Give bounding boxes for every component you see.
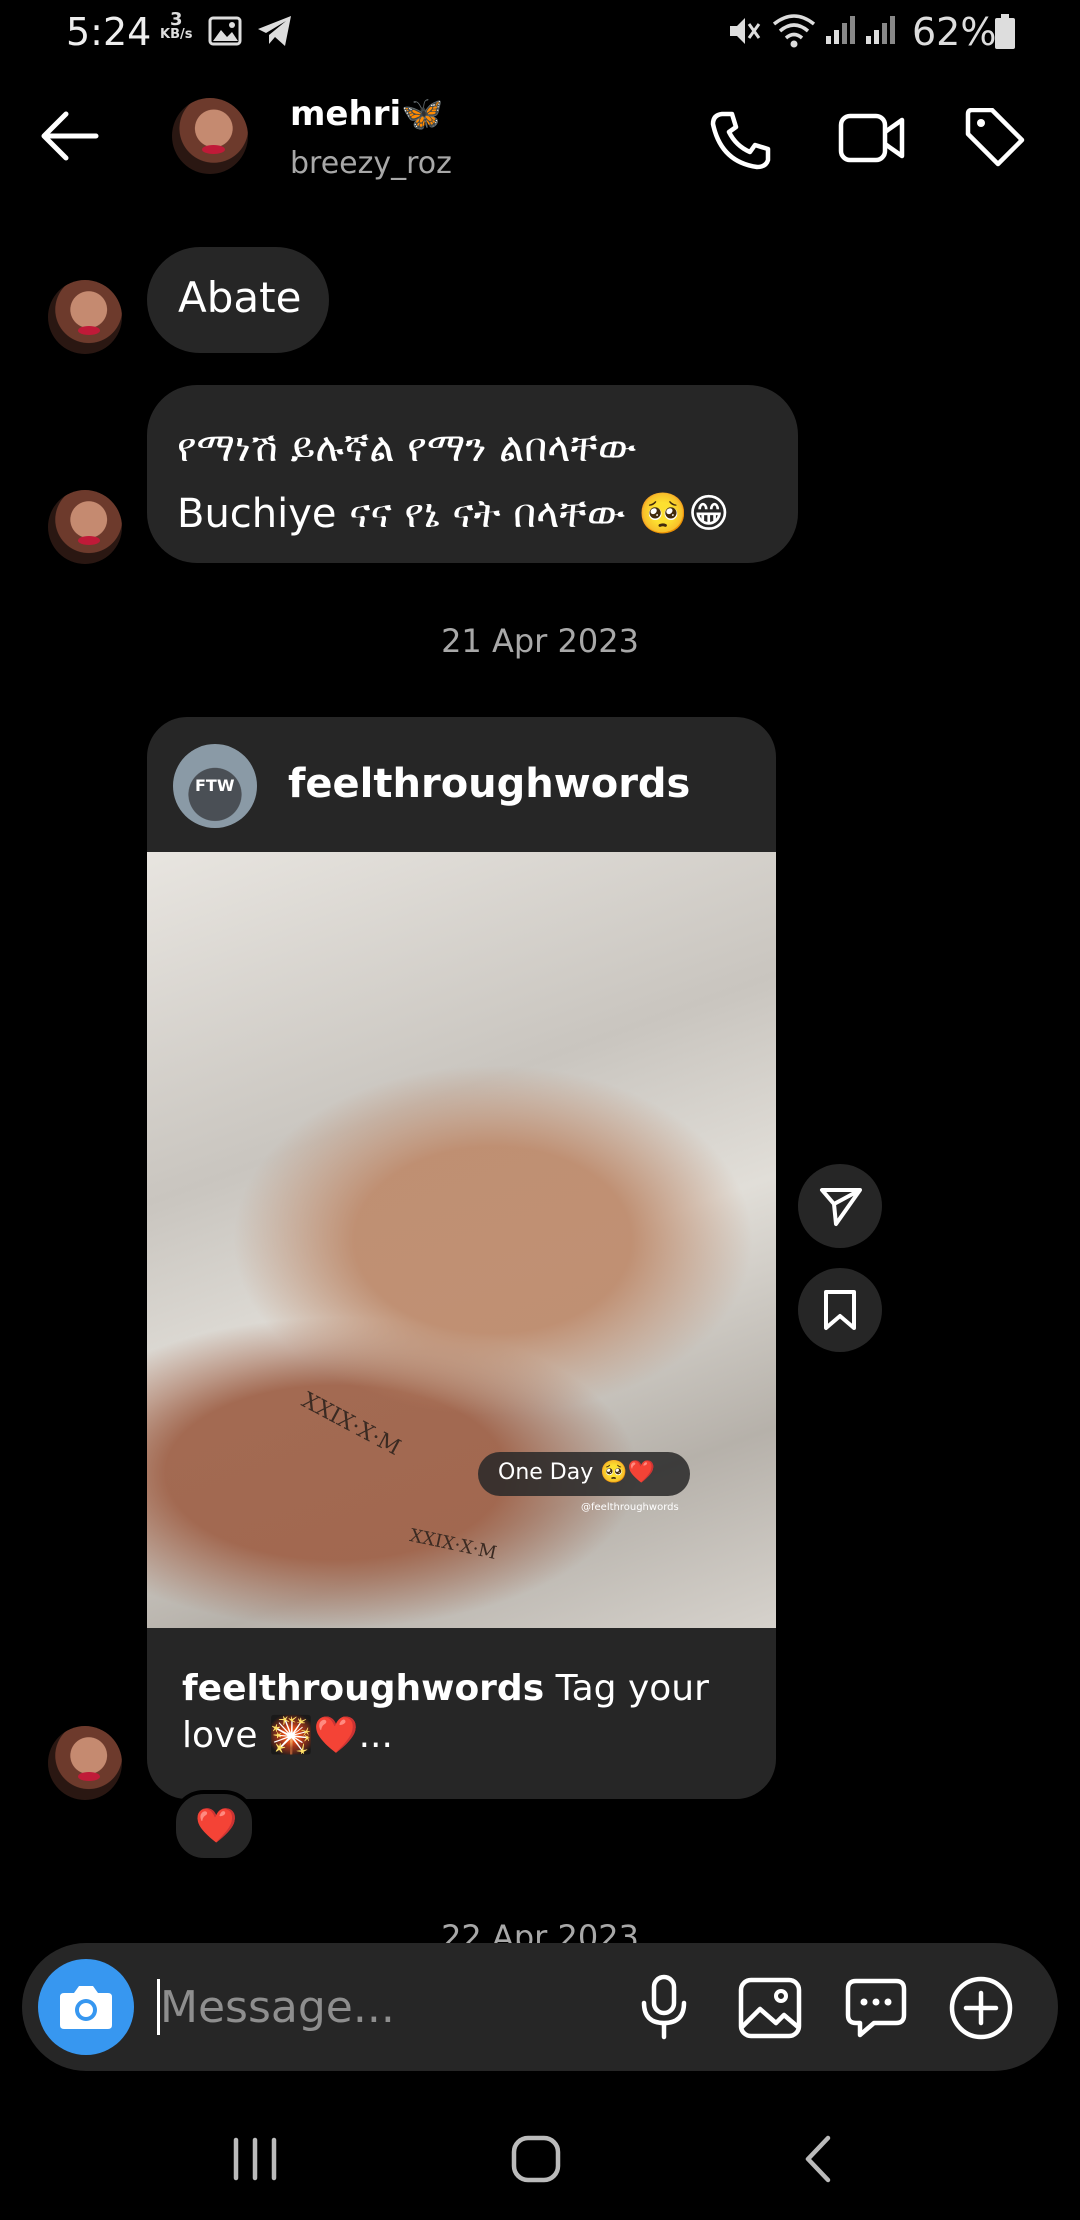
network-speed-unit: KB/s [160, 27, 193, 42]
message-composer [22, 1943, 1058, 2071]
system-back-button[interactable] [800, 2134, 836, 2184]
contact-name[interactable]: mehri🦋 [290, 94, 443, 134]
message-line: Buchiye ናና የኔ ናት በላቸው 🥺😁 [177, 491, 730, 537]
battery-percent: 62% [912, 10, 997, 54]
sender-avatar[interactable] [48, 1726, 122, 1800]
message-bubble[interactable]: የማነሽ ይሉኛል የማን ልበላቸው Buchiye ናና የኔ ናት በላቸ… [147, 385, 798, 563]
message-bubble[interactable]: Abate [147, 247, 329, 353]
tag-button[interactable] [964, 108, 1026, 168]
post-account-name[interactable]: feelthroughwords [288, 761, 690, 807]
mute-icon [726, 14, 762, 48]
post-overlay-handle: @feelthroughwords [581, 1502, 679, 1513]
signal-icon-1 [824, 14, 858, 46]
post-account-logo: FTW [195, 776, 235, 795]
status-bar: 5:24 3 KB/s 62% [0, 0, 1080, 64]
battery-icon [994, 14, 1016, 50]
bookmark-icon [824, 1290, 856, 1330]
reaction-heart: ❤️ [195, 1806, 238, 1846]
voice-message-button[interactable] [634, 1973, 694, 2041]
message-text: የማነሽ ይሉኛል የማን ልበላቸው Buchiye ናና የኔ ናት በላቸ… [177, 415, 730, 547]
message-line: የማነሽ ይሉኛል የማን ልበላቸው [177, 425, 637, 471]
camera-button[interactable] [38, 1959, 134, 2055]
caption-account: feelthroughwords [182, 1668, 545, 1709]
chevron-left-icon [805, 2135, 831, 2183]
post-caption: feelthroughwords Tag your love 🎇❤️... [182, 1665, 742, 1759]
video-call-button[interactable] [838, 110, 906, 166]
contact-username[interactable]: breezy_roz [290, 146, 452, 181]
home-button[interactable] [510, 2134, 562, 2184]
sender-avatar[interactable] [48, 280, 122, 354]
back-button[interactable] [38, 110, 108, 166]
wifi-icon [772, 12, 816, 48]
phone-icon [710, 111, 771, 170]
video-camera-icon [838, 113, 905, 163]
tattoo-text: XXIX·X·M [407, 1525, 499, 1564]
sender-avatar[interactable] [48, 490, 122, 564]
home-icon [511, 2135, 561, 2183]
tag-icon [965, 108, 1025, 167]
plus-circle-icon [949, 1976, 1013, 2040]
caption-text: love 🎇❤️... [182, 1715, 393, 1756]
shared-post[interactable]: FTW feelthroughwords XXIX·X·M XXIX·X·M O… [147, 717, 776, 1799]
message-text: Abate [178, 273, 302, 322]
message-bubble-icon [845, 1978, 907, 2038]
header-avatar[interactable] [172, 98, 248, 174]
microphone-icon [641, 1974, 687, 2040]
camera-icon [60, 1986, 112, 2029]
share-post-button[interactable] [798, 1164, 882, 1248]
gallery-button[interactable] [738, 1977, 802, 2039]
date-separator: 21 Apr 2023 [441, 622, 639, 660]
recent-apps-button[interactable] [230, 2136, 280, 2182]
more-options-button[interactable] [948, 1975, 1014, 2041]
image-icon [738, 1977, 802, 2039]
tattoo-text: XXIX·X·M [297, 1388, 405, 1461]
post-account-avatar[interactable]: FTW [173, 744, 257, 828]
post-image[interactable]: XXIX·X·M XXIX·X·M One Day 🥺❤️ @feelthrou… [147, 852, 776, 1628]
reaction-badge[interactable]: ❤️ [172, 1790, 256, 1862]
gallery-notification-icon [208, 16, 242, 46]
caption-text: Tag your [555, 1668, 709, 1709]
arrow-left-icon [41, 111, 99, 161]
recent-apps-icon [233, 2137, 277, 2181]
save-post-button[interactable] [798, 1268, 882, 1352]
network-speed-value: 3 [169, 9, 183, 30]
signal-icon-2 [864, 14, 898, 46]
post-overlay-pill: One Day 🥺❤️ [478, 1452, 690, 1496]
message-input[interactable] [160, 1971, 640, 2043]
voice-call-button[interactable] [708, 110, 772, 170]
system-navigation-bar [0, 2100, 1080, 2220]
status-time: 5:24 [66, 10, 152, 54]
sticker-button[interactable] [844, 1977, 908, 2039]
network-speed: 3 KB/s [160, 9, 193, 43]
telegram-notification-icon [256, 14, 294, 48]
post-overlay-text: One Day 🥺❤️ [498, 1460, 656, 1485]
send-icon [820, 1188, 862, 1226]
